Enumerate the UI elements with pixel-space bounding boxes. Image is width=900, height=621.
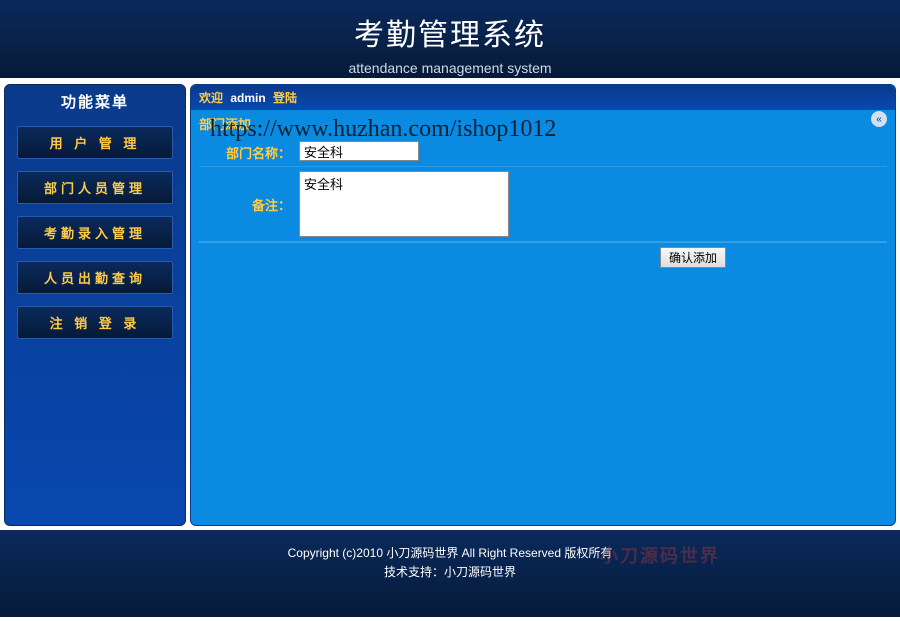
section-title: 部门添加: [191, 110, 895, 137]
dept-name-input[interactable]: [299, 141, 419, 161]
chevron-left-icon: «: [876, 114, 882, 125]
menu-item-attendance-entry[interactable]: 考勤录入管理: [17, 216, 173, 249]
footer-support: 技术支持：小刀源码世界: [0, 563, 900, 580]
sidebar-title: 功能菜单: [17, 85, 173, 126]
footer-watermark: 小刀源码世界: [600, 542, 720, 568]
welcome-bar: 欢迎 admin 登陆: [191, 85, 895, 110]
welcome-username: admin: [226, 91, 269, 105]
form-row-name: 部门名称：: [199, 137, 887, 167]
back-icon[interactable]: «: [871, 111, 887, 127]
form-row-remark: 备注：: [199, 167, 887, 242]
welcome-suffix: 登陆: [273, 91, 297, 105]
dept-name-label: 部门名称：: [199, 141, 299, 162]
submit-button[interactable]: 确认添加: [660, 247, 726, 268]
welcome-prefix: 欢迎: [199, 91, 223, 105]
app-subtitle: attendance management system: [0, 60, 900, 76]
dept-form: 部门名称： 备注： 确认添加: [191, 137, 895, 272]
main-panel: 欢迎 admin 登陆 部门添加 « 部门名称： 备注： 确认添加: [190, 84, 896, 526]
submit-row: 确认添加: [199, 242, 887, 272]
body-area: 功能菜单 用 户 管 理 部门人员管理 考勤录入管理 人员出勤查询 注 销 登 …: [0, 80, 900, 530]
menu-item-logout[interactable]: 注 销 登 录: [17, 306, 173, 339]
footer-copyright: Copyright (c)2010 小刀源码世界 All Right Reser…: [0, 544, 900, 561]
sidebar: 功能菜单 用 户 管 理 部门人员管理 考勤录入管理 人员出勤查询 注 销 登 …: [4, 84, 186, 526]
menu-item-dept-mgmt[interactable]: 部门人员管理: [17, 171, 173, 204]
menu-item-attendance-query[interactable]: 人员出勤查询: [17, 261, 173, 294]
menu-item-user-mgmt[interactable]: 用 户 管 理: [17, 126, 173, 159]
app-title: 考勤管理系统: [0, 10, 900, 54]
dept-remark-label: 备注：: [199, 171, 299, 214]
footer: Copyright (c)2010 小刀源码世界 All Right Reser…: [0, 530, 900, 617]
app-header: 考勤管理系统 attendance management system: [0, 0, 900, 80]
dept-remark-textarea[interactable]: [299, 171, 509, 237]
